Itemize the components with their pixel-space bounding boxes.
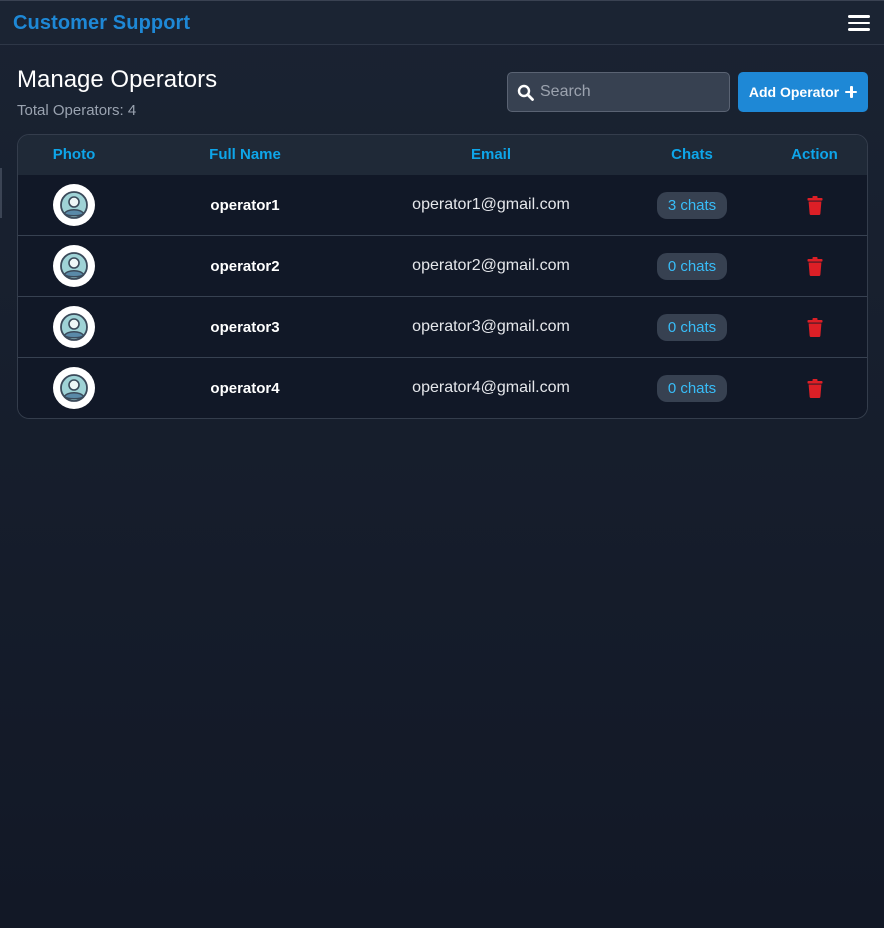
top-navbar: Customer Support [0, 0, 884, 45]
table-row: operator1 operator1@gmail.com 3 chats [18, 175, 867, 235]
chats-badge: 0 chats [656, 374, 728, 402]
trash-icon[interactable] [807, 317, 823, 337]
table-row: operator2 operator2@gmail.com 0 chats [18, 235, 867, 296]
column-header-action: Action [791, 146, 838, 163]
chats-badge: 0 chats [656, 313, 728, 341]
page-title: Manage Operators [17, 66, 218, 93]
add-operator-label: Add Operator [748, 84, 840, 100]
app-title[interactable]: Customer Support [13, 12, 190, 35]
operator-email: operator4@gmail.com [412, 379, 570, 396]
table-row: operator3 operator3@gmail.com 0 chats [18, 296, 867, 357]
table-row: operator4 operator4@gmail.com 0 chats [18, 357, 867, 418]
search-box[interactable] [507, 72, 730, 112]
column-header-photo: Photo [52, 146, 96, 163]
user-avatar-icon [53, 306, 95, 348]
chats-badge: 3 chats [656, 191, 728, 219]
trash-icon[interactable] [807, 378, 823, 398]
operator-email: operator3@gmail.com [412, 318, 570, 335]
user-avatar-icon [53, 184, 95, 226]
add-operator-button[interactable]: Add Operator [738, 72, 868, 112]
column-header-full-name: Full Name [209, 146, 281, 163]
window-edge [0, 168, 2, 218]
trash-icon[interactable] [807, 195, 823, 215]
hamburger-menu-icon[interactable] [848, 15, 870, 32]
column-header-chats: Chats [671, 146, 713, 163]
chats-badge: 0 chats [656, 252, 728, 280]
operator-name: operator3 [210, 318, 280, 336]
operators-table: Photo Full Name Email Chats Action opera… [17, 134, 868, 419]
operator-name: operator4 [210, 379, 280, 397]
search-input[interactable] [540, 73, 725, 111]
operator-name: operator1 [210, 196, 280, 214]
trash-icon[interactable] [807, 256, 823, 276]
operator-name: operator2 [210, 257, 280, 275]
operator-email: operator1@gmail.com [412, 196, 570, 213]
operator-email: operator2@gmail.com [412, 257, 570, 274]
column-header-email: Email [470, 146, 512, 163]
user-avatar-icon [53, 367, 95, 409]
operator-count: Total Operators: 4 [17, 102, 137, 119]
plus-icon [845, 86, 858, 98]
table-header: Photo Full Name Email Chats Action [18, 135, 867, 175]
search-icon [517, 84, 534, 101]
user-avatar-icon [53, 245, 95, 287]
